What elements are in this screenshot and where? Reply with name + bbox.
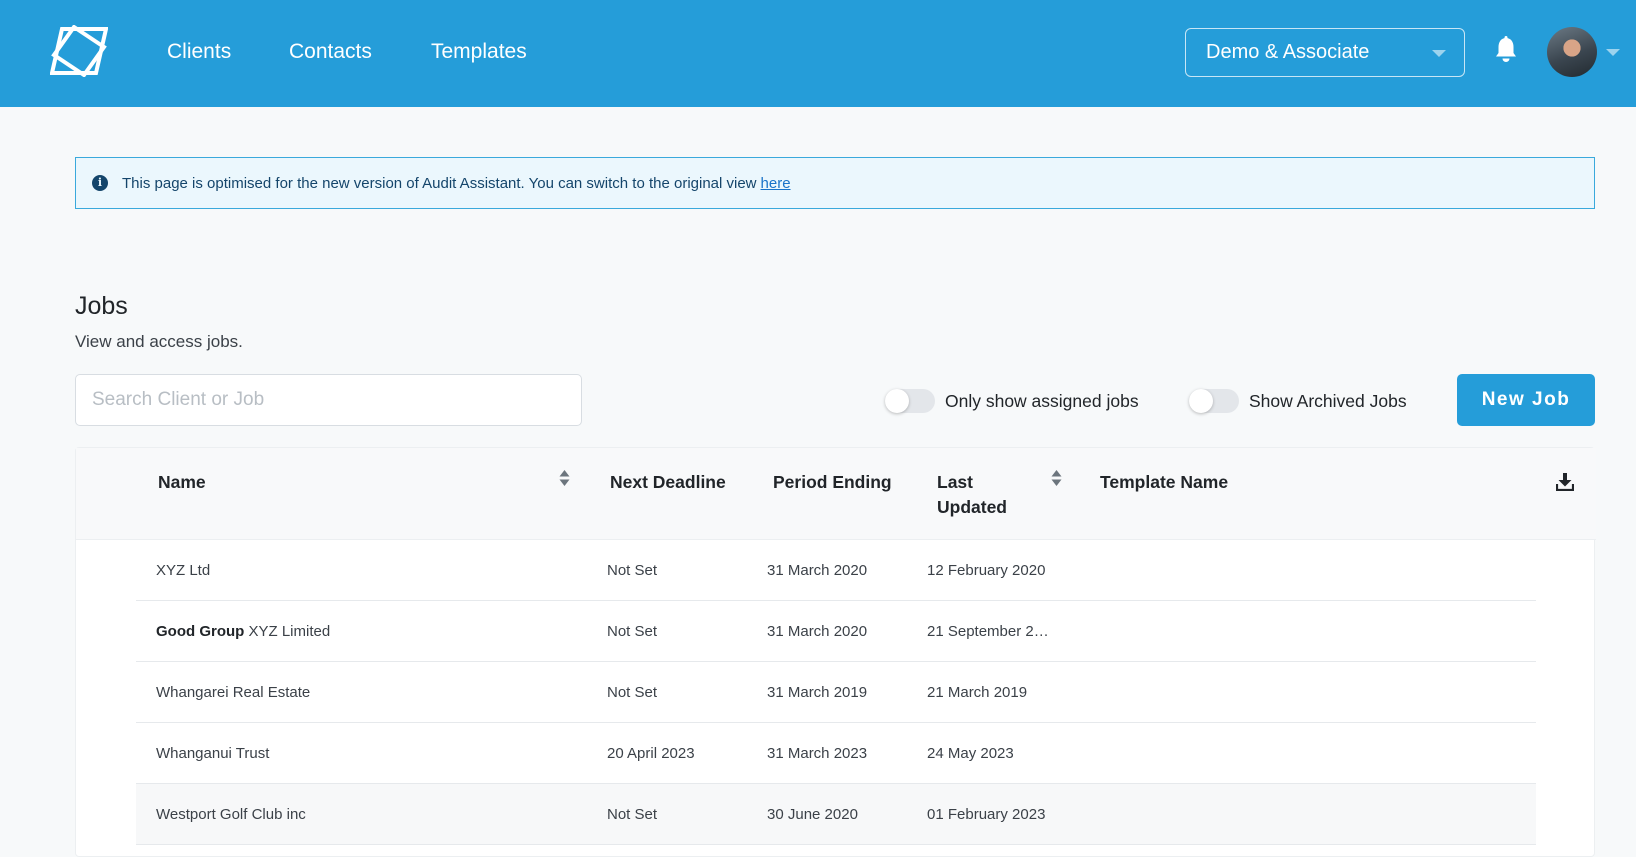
nav-templates-link[interactable]: Templates <box>431 38 527 66</box>
column-header-last-updated-line1: Last <box>937 472 973 492</box>
job-group: Good Group <box>156 623 245 640</box>
job-name-text: Whangarei Real Estate <box>156 684 311 701</box>
job-name-text: Whanganui Trust <box>156 745 270 762</box>
job-name: Westport Golf Club inc <box>156 805 306 825</box>
period-ending: 31 March 2019 <box>767 684 868 701</box>
last-updated: 01 February 2023 <box>927 806 1046 823</box>
page-title: Jobs <box>75 292 128 320</box>
organisation-selector-label: Demo & Associate <box>1206 41 1370 63</box>
table-row[interactable]: Good Group XYZ Limited Not Set 31 March … <box>136 601 1536 662</box>
period-ending: 31 March 2020 <box>767 623 868 640</box>
column-header-template-name[interactable]: Template Name <box>1100 470 1228 495</box>
bell-icon[interactable] <box>1494 36 1518 64</box>
top-navigation-bar: Clients Contacts Templates Demo & Associ… <box>0 0 1636 107</box>
sort-icon[interactable] <box>559 469 570 487</box>
show-archived-toggle[interactable] <box>1189 389 1239 413</box>
period-ending: 31 March 2020 <box>767 562 868 579</box>
next-deadline: 20 April 2023 <box>607 745 695 762</box>
table-header: Name Next Deadline Period Ending Last Up… <box>76 448 1596 540</box>
nav-clients-link[interactable]: Clients <box>167 38 231 66</box>
chevron-down-icon[interactable] <box>1606 49 1620 56</box>
period-ending: 31 March 2023 <box>767 745 868 762</box>
chevron-down-icon <box>1432 50 1446 57</box>
job-name-text: Westport Golf Club inc <box>156 806 306 823</box>
next-deadline: Not Set <box>607 623 658 640</box>
last-updated: 12 February 2020 <box>927 562 1046 579</box>
jobs-table: Name Next Deadline Period Ending Last Up… <box>75 447 1596 857</box>
next-deadline: Not Set <box>607 684 658 701</box>
table-body: XYZ Ltd Not Set 31 March 2020 12 Februar… <box>136 540 1536 845</box>
download-icon[interactable] <box>1556 473 1574 491</box>
page-subtitle: View and access jobs. <box>75 332 243 351</box>
info-icon: i <box>92 175 108 191</box>
new-job-button[interactable]: New Job <box>1457 374 1595 426</box>
next-deadline: Not Set <box>607 562 658 579</box>
next-deadline: Not Set <box>607 806 658 823</box>
toggle-knob <box>885 389 909 413</box>
toggle-knob <box>1189 389 1213 413</box>
column-header-name[interactable]: Name <box>158 470 206 495</box>
show-archived-label: Show Archived Jobs <box>1249 391 1407 411</box>
table-row[interactable]: Whangarei Real Estate Not Set 31 March 2… <box>136 662 1536 723</box>
only-assigned-toggle[interactable] <box>885 389 935 413</box>
job-name-text: XYZ Ltd <box>156 562 211 579</box>
last-updated: 21 March 2019 <box>927 684 1028 701</box>
only-assigned-label: Only show assigned jobs <box>945 391 1139 411</box>
table-row[interactable]: Whanganui Trust 20 April 2023 31 March 2… <box>136 723 1536 784</box>
period-ending: 30 June 2020 <box>767 806 858 823</box>
table-row[interactable]: Westport Golf Club inc Not Set 30 June 2… <box>136 784 1536 845</box>
column-header-last-updated-line2: Updated <box>937 497 1007 517</box>
info-banner: i This page is optimised for the new ver… <box>75 157 1595 209</box>
search-input[interactable] <box>75 374 582 426</box>
last-updated: 21 September 2… <box>927 623 1049 640</box>
job-name: Whangarei Real Estate <box>156 683 310 703</box>
sort-icon[interactable] <box>1051 469 1062 487</box>
app-logo-icon[interactable] <box>50 25 108 77</box>
column-header-period-ending[interactable]: Period Ending <box>773 470 892 495</box>
column-header-next-deadline[interactable]: Next Deadline <box>610 470 726 495</box>
job-name: XYZ Ltd <box>156 561 210 581</box>
job-name: Good Group XYZ Limited <box>156 622 330 642</box>
table-row[interactable]: XYZ Ltd Not Set 31 March 2020 12 Februar… <box>136 540 1536 601</box>
nav-contacts-link[interactable]: Contacts <box>289 38 372 66</box>
avatar[interactable] <box>1547 27 1597 77</box>
job-name: Whanganui Trust <box>156 744 269 764</box>
switch-original-view-link[interactable]: here <box>761 175 791 192</box>
column-header-last-updated[interactable]: Last Updated <box>937 470 1007 520</box>
last-updated: 24 May 2023 <box>927 745 1014 762</box>
organisation-selector[interactable]: Demo & Associate <box>1185 28 1465 77</box>
job-name-text: XYZ Limited <box>248 623 331 640</box>
info-banner-text: This page is optimised for the new versi… <box>122 174 757 192</box>
